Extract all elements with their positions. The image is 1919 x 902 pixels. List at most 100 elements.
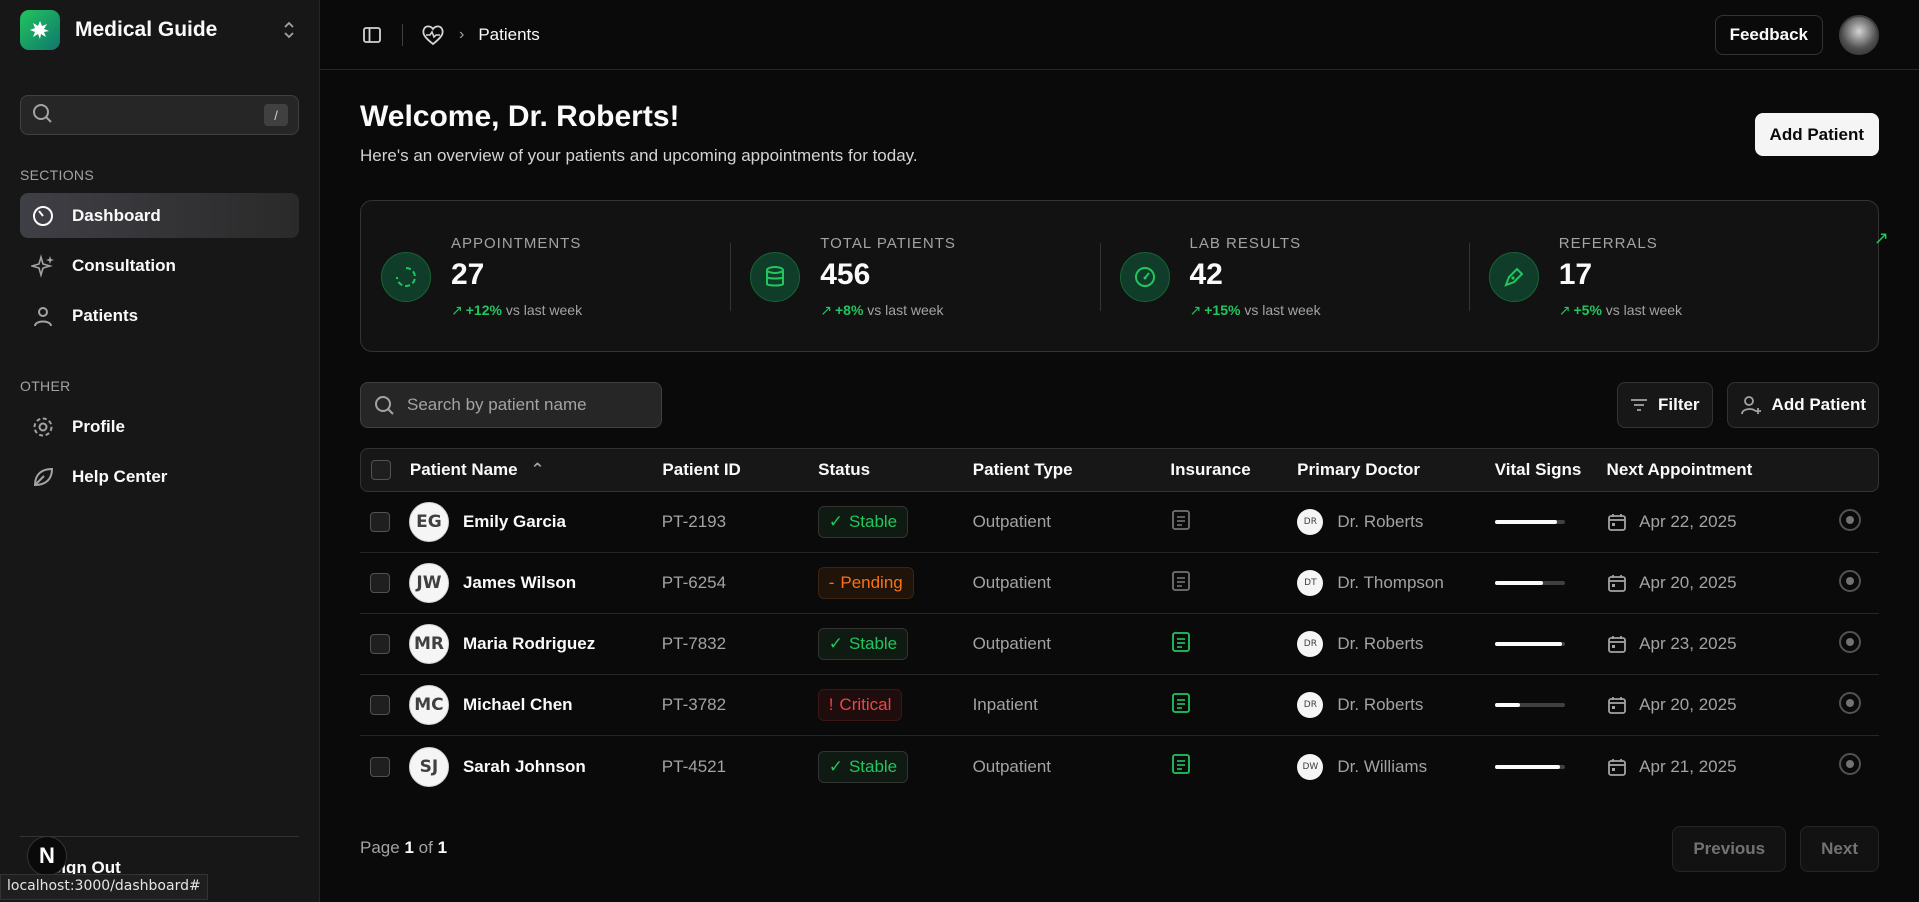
chevron-up-down-icon[interactable] bbox=[279, 20, 299, 40]
row-action-icon[interactable] bbox=[1839, 508, 1862, 531]
patient-id: PT-6254 bbox=[661, 573, 727, 592]
table-row[interactable]: JW James Wilson PT-6254 - Pending Outpatient D… bbox=[360, 553, 1879, 614]
patient-avatar: SJ bbox=[408, 746, 449, 787]
dashboard-icon bbox=[30, 203, 56, 229]
table-row[interactable]: EG Emily Garcia PT-2193 ✓ Stable Outpatient DR… bbox=[360, 492, 1879, 553]
row-checkbox[interactable] bbox=[370, 512, 390, 532]
arrow-up-right-icon[interactable]: ↗ bbox=[1874, 228, 1889, 249]
next-page-button[interactable]: Next bbox=[1800, 826, 1879, 872]
next-appointment: Apr 20, 2025 bbox=[1607, 573, 1839, 593]
leaf-icon bbox=[30, 464, 56, 490]
row-checkbox[interactable] bbox=[370, 634, 390, 654]
primary-doctor: DT Dr. Thompson bbox=[1297, 570, 1495, 596]
insurance-document-icon[interactable] bbox=[1170, 509, 1192, 531]
filter-button[interactable]: Filter bbox=[1616, 382, 1713, 428]
sidebar-item-patients[interactable]: Patients bbox=[20, 293, 299, 338]
patient-name: Sarah Johnson bbox=[462, 756, 586, 776]
row-action-icon[interactable] bbox=[1839, 753, 1862, 775]
sidebar-item-help-center[interactable]: Help Center bbox=[20, 454, 299, 499]
primary-doctor: DR Dr. Roberts bbox=[1297, 509, 1495, 535]
status-glyph-icon: - bbox=[828, 573, 835, 592]
patient-type: Outpatient bbox=[972, 634, 1052, 653]
patient-type: Outpatient bbox=[972, 512, 1052, 531]
add-patient-button[interactable]: Add Patient bbox=[1754, 113, 1879, 156]
vital-signs-bar bbox=[1495, 520, 1566, 524]
patient-name-cell[interactable]: JW James Wilson bbox=[408, 563, 662, 603]
patient-name-cell[interactable]: MC Michael Chen bbox=[408, 685, 662, 725]
patients-table: Patient Name ⌃ Patient ID Status Patient… bbox=[360, 448, 1879, 797]
status-badge: ✓ Stable bbox=[817, 506, 909, 538]
vital-signs-fill bbox=[1495, 642, 1562, 646]
brand-logo-icon bbox=[20, 10, 60, 50]
sidebar-toggle-icon[interactable] bbox=[360, 23, 384, 47]
row-checkbox[interactable] bbox=[370, 695, 390, 715]
brand[interactable]: Medical Guide bbox=[20, 0, 299, 60]
patient-search-input[interactable]: Search by patient name bbox=[360, 382, 662, 428]
welcome-header: Welcome, Dr. Roberts! Here's an overview… bbox=[360, 100, 918, 166]
table-row[interactable]: MC Michael Chen PT-3782 ! Critical Inpatient D… bbox=[360, 675, 1879, 736]
main-content: › Patients Feedback Welcome, Dr. Roberts… bbox=[320, 0, 1919, 902]
table-header: Patient Name ⌃ Patient ID Status Patient… bbox=[360, 448, 1879, 492]
row-action-icon[interactable] bbox=[1839, 630, 1862, 653]
stat-label: APPOINTMENTS bbox=[451, 235, 582, 252]
avatar[interactable] bbox=[1839, 14, 1879, 55]
vital-signs-bar bbox=[1495, 581, 1566, 585]
primary-doctor: DW Dr. Williams bbox=[1297, 753, 1495, 780]
doctor-name: Dr. Roberts bbox=[1337, 634, 1424, 653]
insurance-document-icon[interactable] bbox=[1170, 692, 1192, 714]
table-row[interactable]: SJ Sarah Johnson PT-4521 ✓ Stable Outpatient D… bbox=[360, 736, 1879, 797]
search-icon bbox=[31, 102, 53, 129]
calendar-icon bbox=[1608, 514, 1627, 531]
select-all-checkbox[interactable] bbox=[371, 460, 391, 480]
sparkles-icon bbox=[30, 253, 56, 279]
status-url: localhost:3000/dashboard# bbox=[0, 874, 208, 900]
patient-type: Inpatient bbox=[972, 695, 1038, 714]
patient-name-cell[interactable]: SJ Sarah Johnson bbox=[408, 746, 662, 787]
user-plus-icon bbox=[1740, 396, 1761, 415]
patient-id: PT-7832 bbox=[661, 634, 727, 653]
row-checkbox[interactable] bbox=[370, 756, 390, 777]
dev-tools-badge[interactable]: N bbox=[27, 836, 67, 876]
patient-name-cell[interactable]: MR Maria Rodriguez bbox=[408, 624, 662, 664]
patient-avatar: MR bbox=[408, 624, 449, 664]
sidebar-item-consultation[interactable]: Consultation bbox=[20, 243, 299, 288]
feedback-button[interactable]: Feedback bbox=[1714, 14, 1823, 55]
vital-signs-fill bbox=[1495, 520, 1557, 524]
stat-appointments: APPOINTMENTS 27 ↗ +12% vs last week bbox=[381, 201, 750, 351]
vital-signs-fill bbox=[1495, 764, 1560, 769]
patient-name-cell[interactable]: EG Emily Garcia bbox=[408, 502, 662, 542]
row-action-icon[interactable] bbox=[1839, 569, 1862, 592]
row-checkbox[interactable] bbox=[370, 573, 390, 593]
doctor-avatar: DT bbox=[1297, 570, 1324, 596]
breadcrumb-current[interactable]: Patients bbox=[478, 25, 539, 45]
stat-value: 456 bbox=[820, 258, 871, 291]
insurance-document-icon[interactable] bbox=[1170, 631, 1192, 653]
primary-doctor: DR Dr. Roberts bbox=[1297, 631, 1495, 657]
insurance-document-icon[interactable] bbox=[1170, 753, 1192, 775]
insurance-document-icon[interactable] bbox=[1170, 570, 1192, 592]
previous-page-button[interactable]: Previous bbox=[1672, 826, 1787, 872]
column-header-patient-name[interactable]: Patient Name ⌃ bbox=[410, 460, 663, 480]
sidebar-item-profile[interactable]: Profile bbox=[20, 404, 299, 449]
doctor-avatar: DR bbox=[1297, 631, 1324, 657]
sections-label: SECTIONS bbox=[20, 167, 94, 183]
patient-avatar: EG bbox=[408, 502, 449, 542]
other-label: OTHER bbox=[20, 378, 71, 394]
table-row[interactable]: MR Maria Rodriguez PT-7832 ✓ Stable Outpatien… bbox=[360, 614, 1879, 675]
stat-trend: ↗ +8% vs last week bbox=[820, 302, 944, 318]
patient-avatar: MC bbox=[408, 685, 449, 725]
pagination-controls: Previous Next bbox=[1672, 826, 1879, 872]
column-header-vital-signs: Vital Signs bbox=[1494, 460, 1582, 479]
doctor-avatar: DW bbox=[1297, 753, 1324, 780]
sidebar-search-input[interactable]: / bbox=[20, 95, 299, 135]
divider bbox=[402, 23, 403, 46]
patient-id: PT-4521 bbox=[661, 756, 727, 776]
row-action-icon[interactable] bbox=[1839, 691, 1862, 714]
add-patient-toolbar-button[interactable]: Add Patient bbox=[1726, 382, 1879, 428]
heart-pulse-icon[interactable] bbox=[421, 23, 445, 47]
calendar-icon bbox=[1608, 758, 1627, 776]
stats-panel: APPOINTMENTS 27 ↗ +12% vs last week TOTAL… bbox=[360, 200, 1879, 352]
sidebar-item-dashboard[interactable]: Dashboard bbox=[20, 193, 299, 238]
doctor-avatar: DR bbox=[1297, 692, 1324, 718]
stat-value: 27 bbox=[451, 258, 485, 291]
